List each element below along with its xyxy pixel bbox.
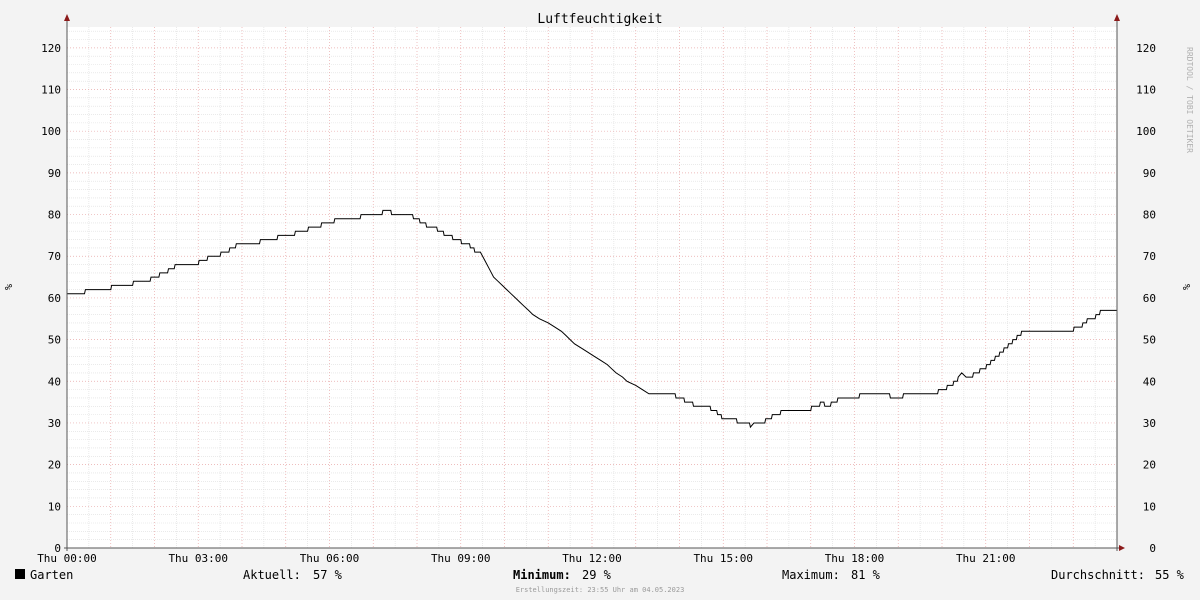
y-axis-label-left: %: [4, 284, 15, 290]
y-axis-arrow-right: [1114, 14, 1120, 21]
rrdtool-watermark: RRDTOOL / TOBI OETIKER: [1185, 47, 1194, 153]
humidity-chart: Luftfeuchtigkeit RRDTOOL / TOBI OETIKER …: [4, 12, 1194, 565]
y-tick-label-left: 40: [48, 375, 61, 388]
y-tick-label-right: 0: [1149, 542, 1156, 555]
rrd-graph: Luftfeuchtigkeit RRDTOOL / TOBI OETIKER …: [0, 0, 1200, 600]
x-tick-label: Thu 15:00: [693, 552, 753, 565]
y-axis-label-right: %: [1182, 284, 1193, 290]
x-tick-label: Thu 00:00: [37, 552, 97, 565]
chart-title: Luftfeuchtigkeit: [537, 12, 662, 27]
y-ticks-left: 0102030405060708090100110120: [41, 42, 61, 555]
x-tick-label: Thu 06:00: [300, 552, 360, 565]
x-tick-label: Thu 03:00: [168, 552, 228, 565]
x-tick-label: Thu 21:00: [956, 552, 1016, 565]
legend-row: Garten Aktuell: 57 % Minimum: 29 % Maxim…: [0, 568, 1200, 584]
y-tick-label-left: 30: [48, 417, 61, 430]
y-tick-label-right: 120: [1136, 42, 1156, 55]
y-tick-label-left: 20: [48, 459, 61, 472]
y-tick-label-left: 60: [48, 292, 61, 305]
y-tick-label-left: 90: [48, 167, 61, 180]
y-tick-label-left: 80: [48, 209, 61, 222]
average-value: 55 %: [1155, 568, 1184, 582]
x-axis-arrow: [1119, 545, 1125, 551]
y-tick-label-right: 10: [1143, 500, 1156, 513]
maximum-label: Maximum:: [782, 568, 840, 582]
y-tick-label-right: 50: [1143, 334, 1156, 347]
y-ticks-right: 0 10 20 30 40 50 60 70 80 90 100 110 120: [1136, 42, 1156, 555]
x-tick-label: Thu 18:00: [825, 552, 885, 565]
y-tick-label-left: 70: [48, 250, 61, 263]
current-label: Aktuell:: [243, 568, 301, 582]
x-ticks: Thu 00:00 Thu 03:00 Thu 06:00 Thu 09:00 Thu …: [37, 552, 1015, 565]
y-tick-label-left: 50: [48, 334, 61, 347]
y-tick-label-right: 40: [1143, 375, 1156, 388]
legend-swatch: [15, 569, 25, 579]
legend-series-name: Garten: [30, 568, 74, 582]
y-tick-label-right: 80: [1143, 209, 1156, 222]
y-tick-label-left: 100: [41, 125, 61, 138]
x-tick-label: Thu 12:00: [562, 552, 622, 565]
y-tick-label-right: 20: [1143, 459, 1156, 472]
y-tick-label-right: 30: [1143, 417, 1156, 430]
average-label: Durchschnitt:: [1051, 568, 1145, 582]
maximum-value: 81 %: [851, 568, 880, 582]
y-tick-label-right: 110: [1136, 84, 1156, 97]
y-tick-label-right: 90: [1143, 167, 1156, 180]
x-tick-label: Thu 09:00: [431, 552, 491, 565]
y-tick-label-right: 70: [1143, 250, 1156, 263]
y-tick-label-left: 10: [48, 500, 61, 513]
current-value: 57 %: [313, 568, 342, 582]
y-axis-arrow-left: [64, 14, 70, 21]
minimum-label: Minimum:: [513, 568, 571, 582]
footer-timestamp: Erstellungszeit: 23:55 Uhr am 04.05.2023: [515, 586, 685, 594]
y-tick-label-left: 120: [41, 42, 61, 55]
y-tick-label-right: 60: [1143, 292, 1156, 305]
y-tick-label-left: 110: [41, 84, 61, 97]
minimum-value: 29 %: [582, 568, 611, 582]
y-tick-label-right: 100: [1136, 125, 1156, 138]
